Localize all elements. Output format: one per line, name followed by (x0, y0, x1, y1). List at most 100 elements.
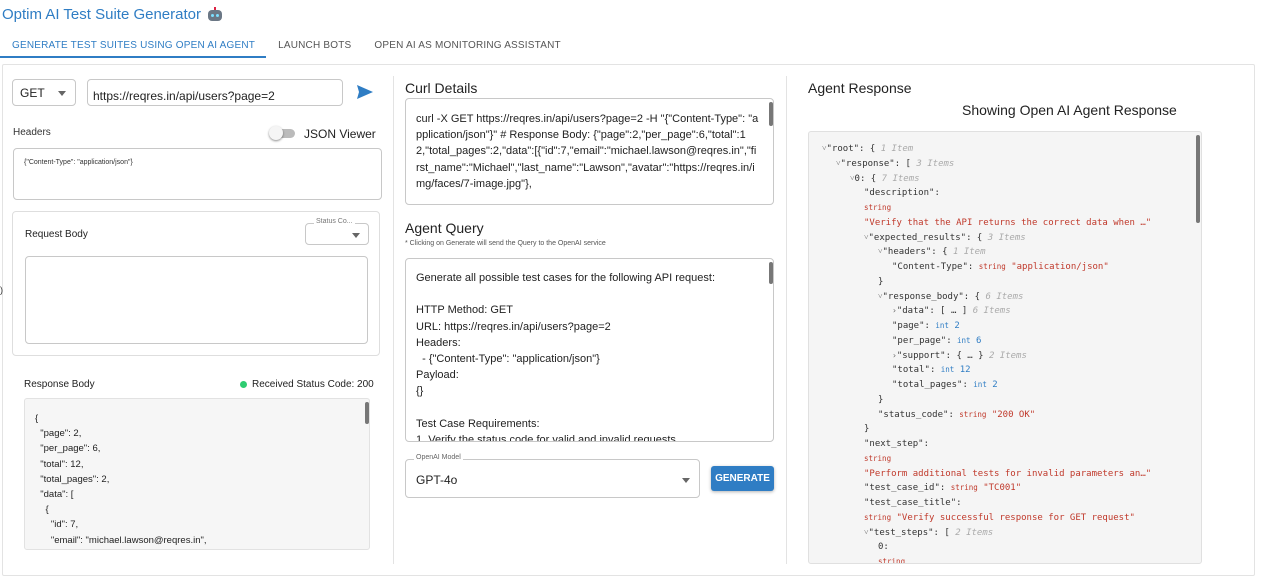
robot-icon (207, 6, 223, 22)
json-punctuation: : [ (894, 158, 911, 169)
json-item-count: 6 Items (985, 291, 1024, 302)
app-title: Optim AI Test Suite Generator (2, 6, 223, 23)
app-title-text: Optim AI Test Suite Generator (2, 6, 201, 23)
json-type-label: int (935, 321, 949, 330)
json-type-label: string (864, 453, 892, 463)
json-key: "next_step" (864, 439, 924, 449)
status-dot-icon (240, 381, 247, 388)
response-body-box[interactable]: { "page": 2, "per_page": 6, "total": 12,… (24, 398, 370, 550)
json-tree-row[interactable]: ˅"expected_results": { 3 Items (864, 233, 1026, 247)
json-item-count: 1 Item (952, 247, 986, 258)
send-icon[interactable] (356, 84, 374, 100)
response-body-text: { "page": 2, "per_page": 6, "total": 12,… (35, 413, 207, 546)
json-tree-row: string (878, 557, 906, 564)
column-divider (393, 76, 394, 564)
json-item-count: 2 Items (955, 527, 994, 538)
json-viewer-toggle[interactable] (269, 126, 296, 140)
openai-model-select[interactable]: OpenAI Model GPT-4o (405, 454, 700, 498)
json-punctuation: } (878, 394, 884, 405)
json-tree-row: "test_case_id": string "TC001" (864, 483, 1021, 497)
json-punctuation: : { (931, 247, 948, 258)
tab-bar: GENERATE TEST SUITES USING OPEN AI AGENT… (0, 36, 572, 58)
json-tree-scrollbar[interactable] (1196, 135, 1200, 223)
received-status-code: Received Status Code: 200 (252, 379, 374, 390)
json-string-value: "200 OK" (991, 409, 1036, 420)
json-tree-row: "test_case_title": (864, 498, 962, 512)
json-viewer-label: JSON Viewer (304, 127, 376, 141)
agent-query-hint: * Clicking on Generate will send the Que… (405, 240, 606, 247)
url-input[interactable] (87, 79, 343, 106)
status-code-label: Status Co... (314, 218, 355, 225)
json-punctuation: : (946, 335, 952, 346)
agent-query-input[interactable]: Generate all possible test cases for the… (405, 258, 774, 442)
json-punctuation: : (923, 439, 930, 449)
headers-input[interactable]: {"Content-Type": "application/json"} (13, 148, 382, 200)
json-key: "response_body" (882, 291, 964, 302)
tab-monitoring-assistant[interactable]: OPEN AI AS MONITORING ASSISTANT (362, 36, 571, 58)
json-string-value: "application/json" (1011, 262, 1109, 272)
json-tree-row: "status_code": string "200 OK" (878, 410, 1035, 424)
json-tree-row[interactable]: ˅"response_body": { 6 Items (878, 292, 1023, 306)
json-punctuation: } (878, 276, 884, 287)
json-punctuation: } (864, 424, 870, 435)
json-punctuation: : { (966, 232, 983, 243)
curl-details-title: Curl Details (405, 80, 478, 96)
json-type-label: string (959, 409, 987, 419)
json-tree-row[interactable]: ›"support": { … } 2 Items (892, 351, 1027, 365)
json-type-label: string (950, 483, 978, 493)
json-tree-row[interactable]: ˅"headers": { 1 Item (878, 247, 986, 261)
response-body-label: Response Body (24, 379, 95, 390)
json-tree-row: } (878, 395, 883, 409)
generate-button[interactable]: GENERATE (711, 466, 774, 491)
json-type-label: int (973, 380, 987, 389)
json-string-value: "Verify that the API returns the correct… (864, 217, 1152, 228)
agent-query-scrollbar[interactable] (769, 262, 773, 284)
json-type-label: string (864, 512, 892, 522)
json-tree-row[interactable]: ˅"response": [ 3 Items (836, 159, 954, 173)
chevron-down-icon (682, 478, 690, 483)
json-punctuation: : (962, 380, 968, 390)
request-body-input[interactable] (25, 256, 368, 344)
tab-generate-test-suites[interactable]: GENERATE TEST SUITES USING OPEN AI AGENT (0, 36, 267, 58)
curl-details-text: curl -X GET https://reqres.in/api/users?… (416, 113, 759, 190)
json-punctuation: : [ (933, 527, 950, 538)
json-type-label: int (940, 365, 955, 375)
json-tree-row[interactable]: ›"data": [ … ] 6 Items (892, 306, 1011, 320)
chevron-down-icon (58, 91, 66, 96)
json-tree-row: } (878, 277, 883, 291)
json-tree-row: string (864, 203, 891, 217)
json-key: "response" (840, 158, 895, 169)
curl-scrollbar[interactable] (769, 102, 773, 126)
json-punctuation: : (924, 321, 930, 331)
json-punctuation: : (948, 409, 954, 420)
response-body-scrollbar[interactable] (365, 402, 369, 424)
json-type-label: string (878, 557, 906, 564)
json-item-count: 3 Items (987, 232, 1026, 243)
json-tree-row[interactable]: ˅"test_steps": [ 2 Items (864, 528, 993, 542)
json-tree-row[interactable]: ˅"root": { 1 Item (822, 144, 913, 158)
json-key: "headers" (882, 247, 932, 258)
json-punctuation: : { (859, 173, 877, 184)
json-tree-row: "description": (864, 188, 940, 202)
agent-response-subtitle: Showing Open AI Agent Response (962, 102, 1177, 118)
status-code-select[interactable]: Status Co... (305, 218, 369, 245)
http-method-select[interactable]: GET (12, 79, 76, 106)
curl-details-box[interactable]: curl -X GET https://reqres.in/api/users?… (405, 98, 774, 205)
json-key: "description" (864, 188, 935, 199)
json-number-value: 12 (959, 365, 971, 376)
request-body-label: Request Body (25, 229, 88, 240)
json-punctuation: : { … } (945, 350, 984, 361)
json-punctuation: : (934, 188, 940, 199)
json-tree-viewer[interactable]: ˅"root": { 1 Item ˅"response": [ 3 Items ˅… (808, 131, 1202, 564)
json-key: "data" (896, 306, 930, 317)
json-item-count: 1 Item (880, 144, 914, 154)
json-key: "status_code" (878, 409, 949, 420)
side-mark: ) (0, 285, 3, 295)
json-punctuation: : { (859, 144, 876, 154)
json-tree-row: string "Verify successful response for G… (864, 513, 1135, 527)
tab-launch-bots[interactable]: LAUNCH BOTS (266, 36, 362, 58)
json-tree-row[interactable]: ˅0: { 7 Items (850, 174, 920, 188)
json-number-value: 2 (992, 380, 998, 390)
json-string-value: "TC001" (983, 483, 1022, 494)
json-key: "support" (896, 350, 946, 361)
